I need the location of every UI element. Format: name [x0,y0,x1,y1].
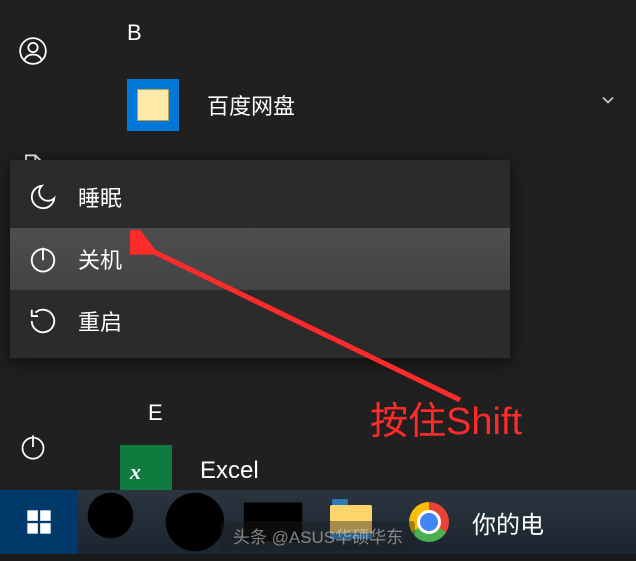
power-restart[interactable]: 重启 [10,290,510,352]
search-icon [78,483,156,561]
app-label: 百度网盘 [207,89,295,121]
chrome-icon [409,502,449,542]
restart-icon [28,306,58,336]
start-button[interactable] [0,490,78,554]
chevron-down-icon[interactable] [598,90,618,115]
power-label: 重启 [78,305,122,337]
section-header-b[interactable]: B [127,20,626,46]
search-button[interactable] [78,490,156,554]
power-label: 睡眠 [78,181,122,213]
taskbar-text: 你的电 [472,505,544,540]
power-off-icon [28,244,58,274]
app-label: Excel [200,457,259,485]
power-menu: 睡眠 关机 重启 [10,160,510,358]
annotation-text: 按住Shift [370,390,522,445]
power-label: 关机 [78,243,122,275]
apps-list: B 百度网盘 [115,20,626,139]
watermark: 头条 @ASUS华硕华东 [221,521,415,550]
start-menu: B 百度网盘 睡眠 关机 重启 E Excel 按住Shift [0,0,636,490]
section-header-e[interactable]: E [148,400,163,426]
power-icon[interactable] [0,414,66,480]
power-sleep[interactable]: 睡眠 [10,166,510,228]
moon-icon [28,182,58,212]
power-shutdown[interactable]: 关机 [10,228,510,290]
baidu-folder-icon [127,79,179,131]
windows-icon [25,508,53,536]
app-item-baidu[interactable]: 百度网盘 [115,71,626,139]
user-account-icon[interactable] [0,18,66,84]
